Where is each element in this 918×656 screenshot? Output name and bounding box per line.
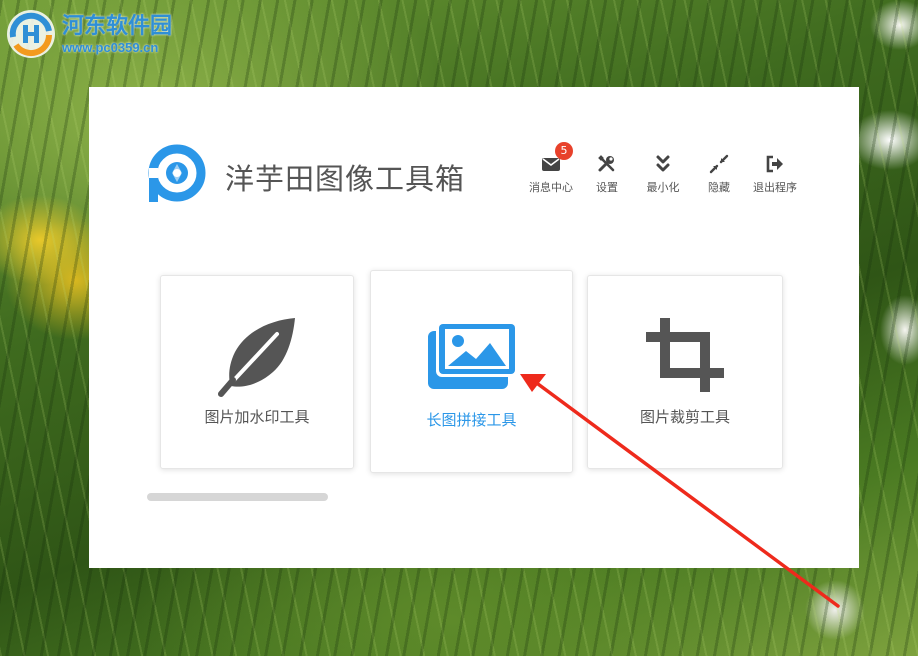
feather-icon <box>218 318 295 397</box>
crop-tool-card[interactable]: 图片裁剪工具 <box>587 275 783 469</box>
app-logo-icon <box>148 144 206 202</box>
sign-out-icon <box>766 155 783 173</box>
watermark-url: www.pc0359.cn <box>62 39 159 55</box>
message-center-button[interactable]: 5 消息中心 <box>523 142 579 198</box>
toolbar: 5 消息中心 设置 最小化 隐藏 退出程序 <box>523 142 803 198</box>
settings-label: 设置 <box>596 181 618 194</box>
hide-label: 隐藏 <box>708 181 730 194</box>
hedong-logo-icon <box>7 10 55 58</box>
minimize-label: 最小化 <box>646 181 680 194</box>
long-image-stitch-tool-card[interactable]: 长图拼接工具 <box>370 270 573 473</box>
images-icon <box>428 321 518 389</box>
app-title: 洋芋田图像工具箱 <box>225 162 466 196</box>
tool-label: 图片加水印工具 <box>204 408 310 426</box>
minimize-button[interactable]: 最小化 <box>635 154 691 198</box>
progress-bar <box>147 493 328 501</box>
double-chevron-down-icon <box>656 155 670 172</box>
crop-icon <box>646 318 724 392</box>
wrench-screwdriver-icon <box>598 155 615 172</box>
message-center-label: 消息中心 <box>529 181 573 194</box>
exit-label: 退出程序 <box>753 181 797 194</box>
compress-arrows-icon <box>709 154 729 174</box>
exit-button[interactable]: 退出程序 <box>747 154 803 198</box>
settings-button[interactable]: 设置 <box>579 154 635 198</box>
message-badge: 5 <box>555 142 573 160</box>
watermark-tool-card[interactable]: 图片加水印工具 <box>160 275 354 469</box>
watermark-title: 河东软件园 <box>62 12 173 39</box>
app-window: 洋芋田图像工具箱 5 消息中心 设置 最小化 隐藏 退出程序 图片加水印工具 长… <box>89 87 859 568</box>
hide-button[interactable]: 隐藏 <box>691 154 747 198</box>
tool-label: 长图拼接工具 <box>426 411 517 429</box>
site-watermark: 河东软件园 www.pc0359.cn <box>4 4 172 64</box>
tool-label: 图片裁剪工具 <box>639 408 730 426</box>
